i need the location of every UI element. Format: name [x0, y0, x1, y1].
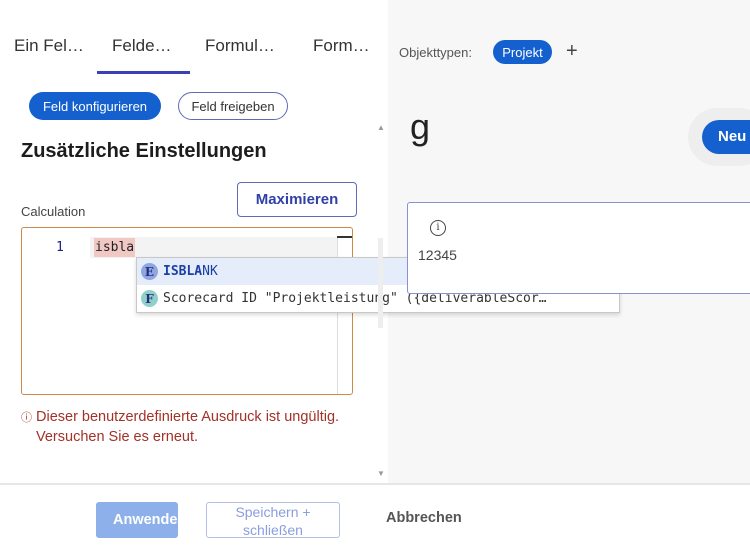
scroll-up-icon[interactable]: ▲ [377, 123, 385, 132]
scroll-thumb[interactable] [378, 238, 383, 328]
error-message: ⓘ Dieser benutzerdefinierte Ausdruck ist… [21, 407, 341, 447]
active-tab-indicator [97, 71, 190, 74]
info-icon: i [430, 220, 446, 236]
object-types-label: Objekttypen: [399, 45, 472, 60]
code-text[interactable]: isbla [94, 238, 136, 257]
maximize-button[interactable]: Maximieren [237, 182, 357, 217]
panel-scrollbar[interactable]: ▲ ▼ [376, 120, 386, 482]
save-close-button[interactable]: Speichern + schließen [206, 502, 340, 538]
rest-text: NK [202, 264, 218, 279]
cancel-button[interactable]: Abbrechen [386, 510, 462, 526]
tab-field-type[interactable]: Ein Fel… [14, 36, 84, 56]
tab-form-2[interactable]: Form… [313, 36, 370, 56]
new-button[interactable]: Neu [702, 120, 750, 154]
section-title: Zusätzliche Einstellungen [21, 140, 267, 162]
field-icon: F [141, 290, 158, 307]
scroll-down-icon[interactable]: ▼ [377, 469, 385, 478]
expression-icon: E [141, 263, 158, 280]
add-object-type-icon[interactable]: + [566, 40, 578, 63]
editor-scroll-marker [337, 236, 352, 238]
tab-form[interactable]: Formul… [205, 36, 275, 56]
field-value: 12345 [418, 247, 457, 263]
preview-title: g [410, 106, 431, 147]
match-text: ISBLA [163, 264, 203, 279]
configure-field-button[interactable]: Feld konfigurieren [29, 92, 161, 120]
line-number: 1 [56, 240, 64, 255]
error-icon: ⓘ [21, 412, 32, 424]
field-preview-card [407, 202, 750, 294]
object-type-pill[interactable]: Projekt [493, 40, 552, 64]
share-field-button[interactable]: Feld freigeben [178, 92, 288, 120]
apply-button[interactable]: Anwenden [96, 502, 178, 538]
tab-field-settings[interactable]: Felde… [112, 36, 172, 56]
error-text: Dieser benutzerdefinierte Ausdruck ist u… [36, 409, 340, 445]
calculation-label: Calculation [21, 204, 86, 219]
